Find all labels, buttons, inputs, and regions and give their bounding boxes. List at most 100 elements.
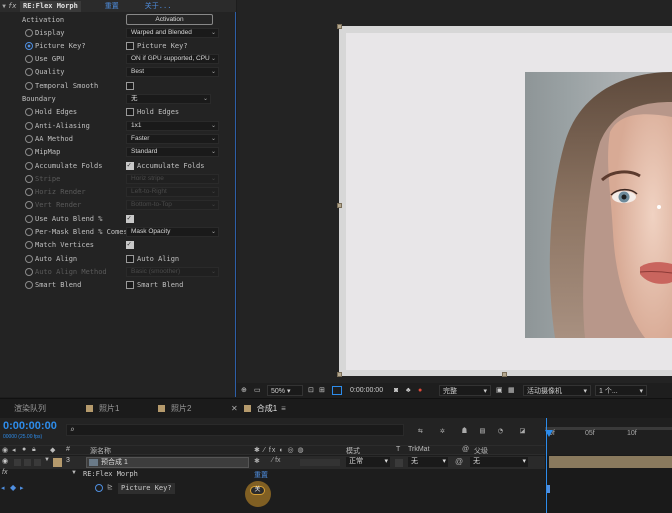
prev-keyframe-icon[interactable]: ◂ [1,484,5,492]
param-dropdown[interactable]: Warped and Blended ⌄ [126,27,219,38]
stopwatch-icon[interactable] [25,148,33,157]
activation-button[interactable]: Activation [126,14,213,25]
stopwatch-icon[interactable] [25,254,33,263]
param-dropdown[interactable]: Mask Opacity ⌄ [126,227,219,237]
stopwatch-icon[interactable] [25,41,33,50]
collapse-arrow-icon[interactable]: ▼ [0,3,8,10]
tab-3[interactable]: 照片2 [158,403,191,417]
label-color-swatch[interactable] [53,458,62,467]
motion-blur-icon[interactable]: ◔ [498,426,503,436]
stopwatch-icon[interactable] [25,241,33,250]
param-row[interactable]: ◂ ◆ ▸ ⊵ Picture Key? 关 [0,481,545,507]
transform-handle[interactable] [502,372,507,377]
stopwatch-icon[interactable] [25,188,33,197]
viewer-timecode[interactable]: 0:00:00:00 [350,385,383,396]
tab-1[interactable]: 渲染队列 [14,403,46,417]
stopwatch-icon[interactable] [25,28,33,37]
layer-row[interactable]: ◉ ▼ 3 预合成 1 ✱ ⁄ fx 正常 ▾ 无 ▾ @ 无 ▾ [0,456,545,469]
param-checkbox[interactable] [126,214,134,223]
transform-handle[interactable] [337,372,342,377]
tab-2[interactable]: 照片1 [86,403,119,417]
stopwatch-icon[interactable] [25,55,33,64]
param-checkbox[interactable] [126,108,134,117]
show-snapshot-icon[interactable]: ♣ [406,385,411,396]
keyframe-icon[interactable]: ◆ [10,483,16,492]
column-source-name[interactable]: 源名称 [90,446,111,456]
timeline-timecode[interactable]: 0:00:00:00 [3,420,57,432]
eye-icon[interactable]: ◉ [2,457,8,465]
transparency-grid-icon[interactable]: ▦ [508,385,515,396]
next-keyframe-icon[interactable]: ▸ [20,484,24,492]
fx-toggle-icon[interactable]: fx [8,2,20,10]
layer-bar[interactable] [549,456,672,468]
stopwatch-icon[interactable] [25,281,33,290]
collapse-switch-icon[interactable]: ✱ [254,457,260,465]
shy-layers-icon[interactable]: ☗ [462,426,467,436]
param-checkbox[interactable] [126,281,134,290]
snapshot-icon[interactable]: ◙ [394,385,398,396]
region-of-interest-icon[interactable]: ▣ [496,385,503,396]
mode-dropdown[interactable]: 正常 ▾ [346,457,390,467]
param-checkbox[interactable] [126,161,134,170]
stopwatch-icon[interactable] [25,161,33,170]
stopwatch-icon[interactable] [25,108,33,117]
work-area-bar[interactable] [545,427,672,430]
frame-blending-icon[interactable]: ▤ [480,426,485,436]
layer-search-input[interactable]: ⌕ [66,424,404,436]
stopwatch-icon[interactable] [25,267,33,276]
zoom-dropdown[interactable]: 50% ▾ [267,385,303,396]
reset-link[interactable]: 重置 [105,1,119,11]
color-channel-icon[interactable]: ● [418,385,422,396]
param-checkbox[interactable] [126,41,134,50]
lock-toggle[interactable] [34,459,41,466]
layer-switches[interactable] [300,459,340,466]
stopwatch-icon[interactable] [25,68,33,77]
menu-icon[interactable]: ≡ [281,404,286,413]
keyframe-marker[interactable] [547,485,550,493]
mask-visibility-icon[interactable] [332,386,342,395]
frame-icon[interactable]: ⊡ [308,385,314,396]
graph-editor-icon[interactable]: ◪ [520,426,525,436]
param-checkbox[interactable] [126,254,134,263]
param-dropdown[interactable]: ON if GPU supported, CPU ⌄ [126,54,219,65]
stopwatch-icon[interactable] [25,201,33,210]
parent-dropdown[interactable]: 无 ▾ [470,457,528,467]
effect-header[interactable]: ▼ fx RE:Flex Morph 重置 关于... [0,0,236,12]
transform-handle[interactable] [337,203,342,208]
stopwatch-icon[interactable] [95,484,103,492]
playhead-line[interactable] [546,418,547,513]
expand-arrow-icon[interactable]: ▼ [71,470,77,476]
param-checkbox[interactable] [126,240,134,250]
about-link[interactable]: 关于... [145,1,172,11]
quality-switch-icon[interactable]: ⁄ fx [272,457,281,464]
views-dropdown[interactable]: 1 个... ▾ [595,385,647,396]
time-ruler[interactable]: 0f 05f 10f [545,418,672,455]
effect-row[interactable]: fx ▼ RE:Flex Morph 重置 [0,469,545,481]
stopwatch-icon[interactable] [25,214,33,223]
resolution-dropdown[interactable]: 完整 ▾ [439,385,491,396]
solo-toggle[interactable] [24,459,31,466]
stopwatch-icon[interactable] [25,174,33,183]
camera-dropdown[interactable]: 活动摄像机 ▾ [523,385,591,396]
stopwatch-icon[interactable] [25,121,33,130]
param-dropdown[interactable]: 1x1 ⌄ [126,120,219,131]
layer-name-field[interactable]: 预合成 1 [86,457,249,468]
tab-4[interactable]: ✕ 合成1 ≡ [231,403,286,417]
stopwatch-icon[interactable] [25,228,33,236]
trkmat-dropdown[interactable]: 无 ▾ [408,457,448,467]
monitor-icon[interactable]: ▭ [254,385,261,396]
comp-mini-flowchart-icon[interactable]: ⇆ [418,426,423,436]
param-dropdown[interactable]: Standard ⌄ [126,147,219,158]
close-icon[interactable]: ✕ [231,404,238,413]
pickwhip-icon[interactable]: @ [455,457,463,466]
draft-3d-icon[interactable]: ✲ [440,426,445,436]
expand-arrow-icon[interactable]: ▼ [44,457,50,463]
param-dropdown[interactable]: Faster ⌄ [126,133,219,144]
magnification-icon[interactable]: ⊕ [241,385,247,396]
preserve-transparency-toggle[interactable] [395,459,403,467]
grid-icon[interactable]: ⊞ [319,385,325,396]
param-dropdown[interactable]: 无 ⌄ [126,94,211,104]
param-checkbox[interactable] [126,81,134,90]
stopwatch-icon[interactable] [25,81,33,90]
graph-icon[interactable]: ⊵ [107,483,113,491]
